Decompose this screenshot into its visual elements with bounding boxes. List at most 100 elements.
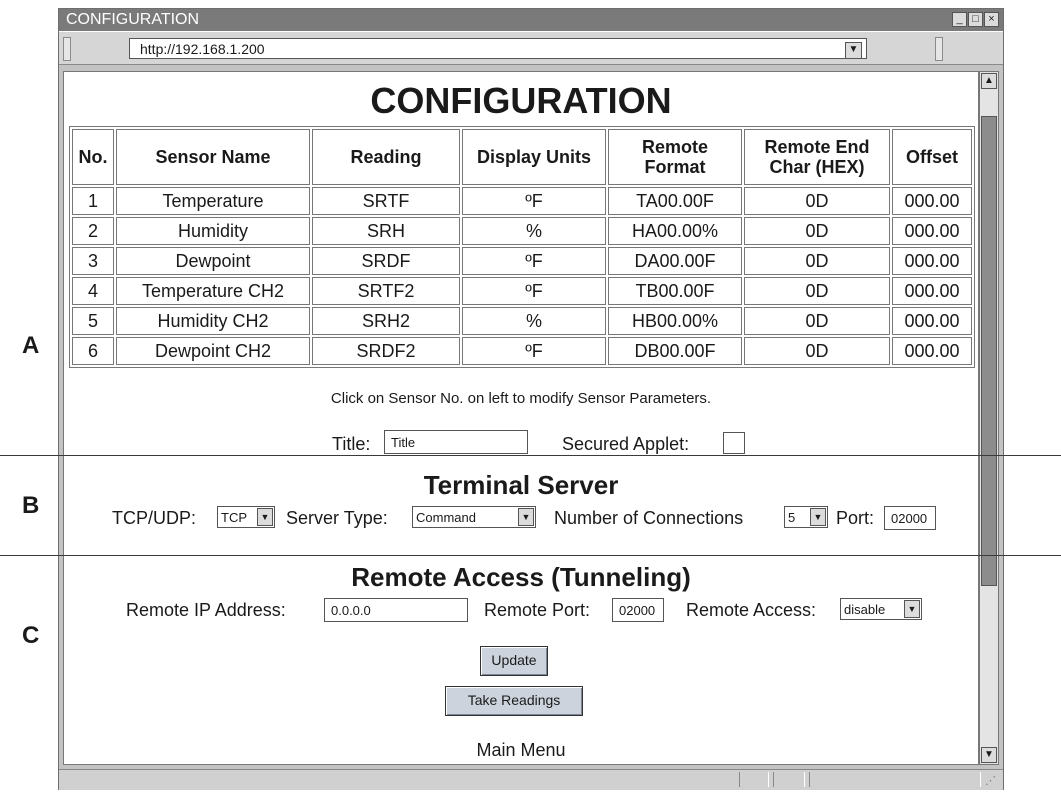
- resize-grip-icon[interactable]: ⋰: [985, 774, 996, 787]
- remote-access-heading: Remote Access (Tunneling): [351, 562, 691, 592]
- sensor-table: No. Sensor Name Reading Display Units Re…: [69, 126, 975, 368]
- tcp-udp-label: TCP/UDP:: [112, 508, 197, 528]
- table-cell: ºF: [462, 187, 606, 215]
- column-header: Remote End Char (HEX): [744, 129, 890, 185]
- maximize-icon[interactable]: □: [968, 12, 983, 27]
- connections-value: 5: [788, 510, 796, 525]
- port-input[interactable]: 02000: [884, 506, 936, 530]
- table-hint: Click on Sensor No. on left to modify Se…: [330, 390, 712, 407]
- table-cell: ºF: [462, 277, 606, 305]
- table-cell: SRTF2: [312, 277, 460, 305]
- update-button[interactable]: Update: [480, 646, 548, 676]
- column-header: Reading: [312, 129, 460, 185]
- server-type-value: Command: [416, 510, 476, 525]
- remote-port-label: Remote Port:: [484, 600, 591, 620]
- tcp-udp-select[interactable]: TCP ▼: [217, 506, 275, 528]
- title-label: Title:: [332, 434, 371, 454]
- table-cell: SRH2: [312, 307, 460, 335]
- sensor-number-link[interactable]: 4: [72, 277, 114, 305]
- remote-port-input[interactable]: 02000: [612, 598, 664, 622]
- column-header: Sensor Name: [116, 129, 310, 185]
- table-cell: TB00.00F: [608, 277, 742, 305]
- sensor-number-link[interactable]: 5: [72, 307, 114, 335]
- chevron-down-icon[interactable]: ▼: [810, 508, 826, 526]
- table-cell: TA00.00F: [608, 187, 742, 215]
- status-segment: [809, 772, 981, 787]
- page-title: CONFIGURATION: [370, 80, 672, 121]
- page-content: CONFIGURATION No. Sensor Name Reading Di…: [63, 71, 979, 765]
- terminal-server-heading: Terminal Server: [423, 470, 619, 500]
- take-readings-button[interactable]: Take Readings: [445, 686, 583, 716]
- table-cell: HB00.00%: [608, 307, 742, 335]
- window-title: CONFIGURATION: [66, 11, 200, 28]
- table-cell: Humidity: [116, 217, 310, 245]
- table-cell: ºF: [462, 337, 606, 365]
- title-input[interactable]: Title: [384, 430, 528, 454]
- vertical-scrollbar[interactable]: ▲ ▼: [979, 71, 999, 765]
- table-cell: 0D: [744, 247, 890, 275]
- tcp-udp-value: TCP: [221, 510, 247, 525]
- section-divider-bc: [0, 555, 1061, 556]
- section-label-b: B: [22, 492, 40, 519]
- table-row: 2 Humidity SRH % HA00.00% 0D 000.00: [72, 217, 972, 245]
- connections-label: Number of Connections: [554, 508, 744, 528]
- main-menu-link[interactable]: Main Menu: [64, 740, 978, 761]
- scroll-up-icon[interactable]: ▲: [981, 73, 997, 89]
- table-cell: SRH: [312, 217, 460, 245]
- window-titlebar[interactable]: CONFIGURATION _ □ ×: [59, 9, 1003, 31]
- table-cell: 0D: [744, 307, 890, 335]
- status-segment: [739, 772, 769, 787]
- connections-select[interactable]: 5 ▼: [784, 506, 828, 528]
- table-cell: Dewpoint: [116, 247, 310, 275]
- section-label-c: C: [22, 622, 40, 649]
- table-cell: 000.00: [892, 247, 972, 275]
- scroll-thumb[interactable]: [981, 116, 997, 586]
- sensor-number-link[interactable]: 3: [72, 247, 114, 275]
- table-row: 3 Dewpoint SRDF ºF DA00.00F 0D 000.00: [72, 247, 972, 275]
- chevron-down-icon[interactable]: ▼: [518, 508, 534, 526]
- remote-ip-label: Remote IP Address:: [126, 600, 286, 620]
- table-cell: Dewpoint CH2: [116, 337, 310, 365]
- minimize-icon[interactable]: _: [952, 12, 967, 27]
- table-row: 1 Temperature SRTF ºF TA00.00F 0D 000.00: [72, 187, 972, 215]
- url-input[interactable]: http://192.168.1.200: [129, 38, 867, 59]
- remote-access-select[interactable]: disable ▼: [840, 598, 922, 620]
- scroll-down-icon[interactable]: ▼: [981, 747, 997, 763]
- table-row: 6 Dewpoint CH2 SRDF2 ºF DB00.00F 0D 000.…: [72, 337, 972, 365]
- column-header: No.: [72, 129, 114, 185]
- table-cell: 000.00: [892, 187, 972, 215]
- table-cell: 0D: [744, 187, 890, 215]
- secured-applet-checkbox[interactable]: [723, 432, 745, 454]
- chevron-down-icon[interactable]: ▼: [257, 508, 273, 526]
- sensor-number-link[interactable]: 1: [72, 187, 114, 215]
- table-cell: DA00.00F: [608, 247, 742, 275]
- table-cell: %: [462, 217, 606, 245]
- status-bar: ⋰: [59, 769, 1003, 790]
- toolbar-grip: [63, 37, 71, 61]
- table-cell: 000.00: [892, 277, 972, 305]
- column-header: Display Units: [462, 129, 606, 185]
- table-cell: Temperature CH2: [116, 277, 310, 305]
- chevron-down-icon[interactable]: ▼: [904, 600, 920, 618]
- server-type-select[interactable]: Command ▼: [412, 506, 536, 528]
- table-header-row: No. Sensor Name Reading Display Units Re…: [72, 129, 972, 185]
- chevron-down-icon[interactable]: ▼: [845, 42, 862, 59]
- section-divider-ab: [0, 455, 1061, 456]
- close-icon[interactable]: ×: [984, 12, 999, 27]
- sensor-number-link[interactable]: 2: [72, 217, 114, 245]
- remote-ip-input[interactable]: 0.0.0.0: [324, 598, 468, 622]
- table-cell: 000.00: [892, 217, 972, 245]
- browser-window: CONFIGURATION _ □ × http://192.168.1.200…: [58, 8, 1004, 790]
- sensor-number-link[interactable]: 6: [72, 337, 114, 365]
- table-cell: %: [462, 307, 606, 335]
- table-cell: HA00.00%: [608, 217, 742, 245]
- port-label: Port:: [836, 508, 875, 528]
- table-cell: Humidity CH2: [116, 307, 310, 335]
- server-type-label: Server Type:: [286, 508, 388, 528]
- table-cell: 000.00: [892, 337, 972, 365]
- table-cell: Temperature: [116, 187, 310, 215]
- table-cell: SRDF: [312, 247, 460, 275]
- address-bar: http://192.168.1.200 ▼: [59, 31, 1003, 65]
- table-cell: 000.00: [892, 307, 972, 335]
- section-label-a: A: [22, 332, 40, 359]
